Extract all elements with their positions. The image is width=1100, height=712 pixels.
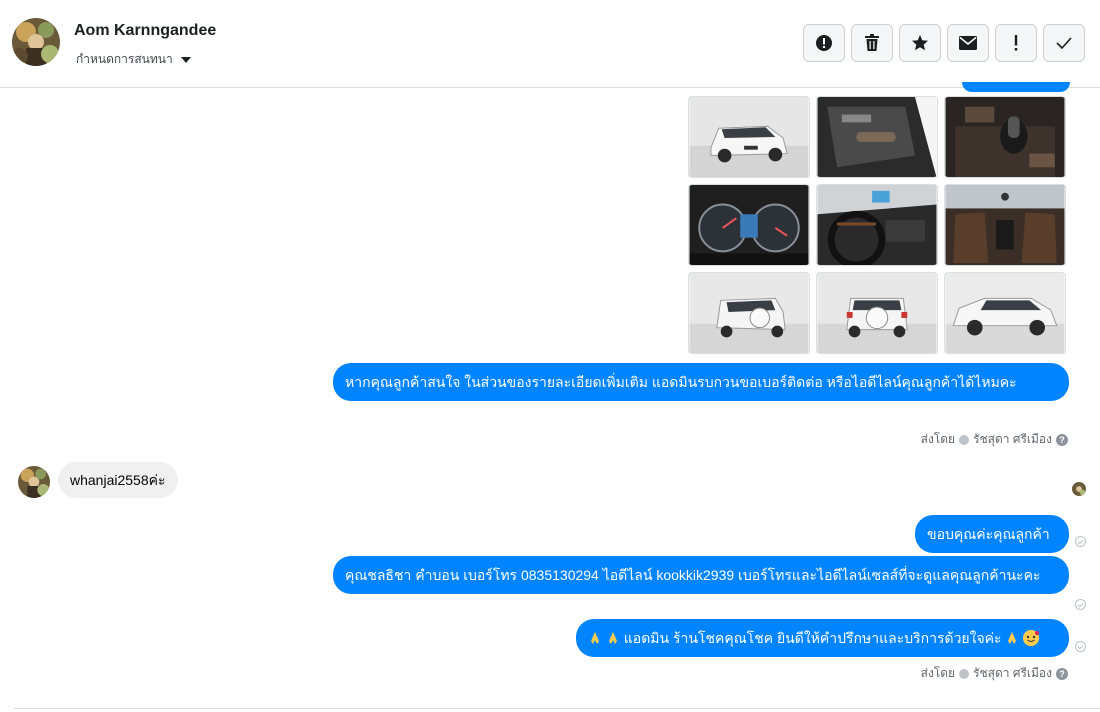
help-icon[interactable]: ? [1056,433,1068,446]
delivered-check-icon [1075,599,1086,610]
message-outgoing-thanks[interactable]: ขอบคุณค่ะคุณลูกค้า [915,515,1069,553]
conversation-header: Aom Karnngandee กำหนดการสนทนา [0,0,1100,88]
agent-dot-icon [959,668,970,679]
seen-avatar-icon [1072,482,1086,496]
sent-by-info: ส่งโดย รัชสุดา ศรีเมือง ? [921,430,1068,449]
folded-hands-emoji-icon [588,630,602,644]
message-text: หากคุณลูกค้าสนใจ ในส่วนของรายละเอียดเพิ่… [345,374,1017,390]
mark-done-button[interactable] [1043,24,1085,62]
follow-up-button[interactable] [995,24,1037,62]
delivered-check-icon [1075,641,1086,652]
check-icon [1056,37,1072,49]
message-outgoing-greeting[interactable]: แอดมิน ร้านโชคคุณโชค ยินดีให้คำปรึกษาและ… [576,619,1069,657]
header-actions [803,24,1085,62]
photo-dashboard[interactable] [816,184,938,266]
exclamation-icon [1014,35,1018,51]
previous-message-bubble [962,82,1070,92]
delete-button[interactable] [851,24,893,62]
folded-hands-emoji-icon [606,630,620,644]
photo-car-side[interactable] [944,272,1066,354]
customer-avatar[interactable] [18,466,50,498]
contact-name[interactable]: Aom Karnngandee [74,22,216,40]
photo-instrument-cluster[interactable] [688,184,810,266]
assign-conversation-dropdown[interactable]: กำหนดการสนทนา [76,50,191,69]
photo-car-rear[interactable] [816,272,938,354]
sent-by-info: ส่งโดย รัชสุดา ศรีเมือง ? [921,664,1068,683]
star-icon [912,35,928,51]
mark-spam-button[interactable] [803,24,845,62]
sent-by-prefix: ส่งโดย [920,666,956,680]
mark-unread-button[interactable] [947,24,989,62]
photo-gear-shift[interactable] [944,96,1066,178]
photo-grid [688,96,1068,354]
message-outgoing-request-contact[interactable]: หากคุณลูกค้าสนใจ ในส่วนของรายละเอียดเพิ่… [333,363,1069,401]
message-text: whanjai2558ค่ะ [70,472,166,488]
message-text: ขอบคุณค่ะคุณลูกค้า [927,526,1050,542]
photo-cabin[interactable] [944,184,1066,266]
assign-label: กำหนดการสนทนา [76,52,173,66]
message-incoming-line-id[interactable]: whanjai2558ค่ะ [58,462,178,498]
spam-icon [816,35,832,51]
delivered-check-icon [1075,536,1086,547]
trash-icon [865,34,879,51]
help-icon[interactable]: ? [1056,667,1068,680]
photo-door-interior[interactable] [816,96,938,178]
sent-by-prefix: ส่งโดย [920,432,956,446]
message-outgoing-sales-contact[interactable]: คุณชลธิชา คำบอน เบอร์โทร 0835130294 ไอดี… [333,556,1069,594]
sent-by-name[interactable]: รัชสุดา ศรีเมือง [973,430,1052,449]
caret-down-icon [180,56,191,63]
composer-divider [14,708,1100,709]
message-text: แอดมิน ร้านโชคคุณโชค ยินดีให้คำปรึกษาและ… [623,630,1002,646]
folded-hands-emoji-icon [1005,630,1019,644]
envelope-icon [959,36,977,50]
conversation-thread[interactable]: หากคุณลูกค้าสนใจ ในส่วนของรายละเอียดเพิ่… [0,82,1100,712]
smiling-hearts-emoji-icon [1023,630,1040,646]
photo-car-front[interactable] [688,96,810,178]
message-text: คุณชลธิชา คำบอน เบอร์โทร 0835130294 ไอดี… [345,567,1041,583]
agent-dot-icon [959,434,970,445]
star-button[interactable] [899,24,941,62]
contact-avatar[interactable] [12,18,60,66]
photo-car-rear-left[interactable] [688,272,810,354]
sent-by-name[interactable]: รัชสุดา ศรีเมือง [973,664,1052,683]
